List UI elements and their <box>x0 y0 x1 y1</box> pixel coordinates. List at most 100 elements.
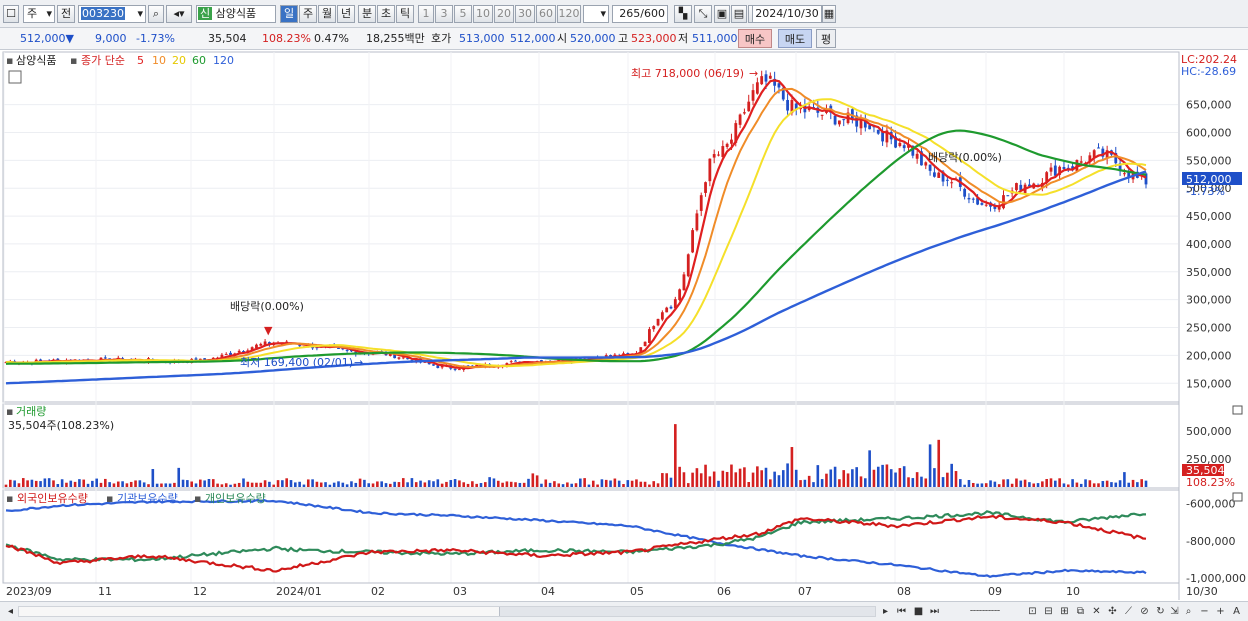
stock-chart[interactable]: 500,000 250,000 -600,000 -800,000 -1,000,00… <box>0 50 1248 621</box>
interval-60[interactable]: 60 <box>536 5 556 23</box>
zoom-slider-icon[interactable]: ┄┄┄┄┄ <box>950 605 1020 618</box>
candle-body <box>1062 166 1066 170</box>
search-icon[interactable]: ⌕ <box>148 5 164 23</box>
close-panel-icon[interactable] <box>1232 405 1243 415</box>
period-second[interactable]: 초 <box>377 5 395 23</box>
volume-bar <box>838 479 841 487</box>
volume-bar <box>708 476 712 487</box>
grid-icon[interactable]: ⊞ <box>1058 605 1071 618</box>
candle-body <box>432 364 435 366</box>
x-tick-label: 2023/09 <box>6 585 52 598</box>
volume-bar <box>350 481 353 487</box>
period-year[interactable]: 년 <box>337 5 355 23</box>
period-day[interactable]: 일 <box>280 5 298 23</box>
layout-icon[interactable]: ⊡ <box>1026 605 1039 618</box>
volume-bar <box>445 481 448 487</box>
volume-bar <box>194 483 198 487</box>
interval-3[interactable]: 3 <box>435 5 453 23</box>
legend-ma60: 60 <box>192 54 206 67</box>
candle-body <box>436 365 440 369</box>
window-menu-icon[interactable]: ☐ <box>3 5 19 23</box>
stop-icon[interactable]: ■ <box>912 605 925 618</box>
cross-icon[interactable]: ✕ <box>1090 605 1103 618</box>
period-minute[interactable]: 분 <box>358 5 376 23</box>
candle-body <box>984 204 988 206</box>
volume-bar <box>1058 478 1061 487</box>
calendar-icon[interactable]: ▦ <box>822 5 836 23</box>
volume-bar <box>1062 483 1066 487</box>
draw-line-icon[interactable]: ⤡ <box>694 5 712 23</box>
export-icon[interactable]: ⇲ <box>1168 605 1181 618</box>
scrollbar-thumb[interactable] <box>499 607 875 616</box>
refresh-icon[interactable]: ↻ <box>1154 605 1167 618</box>
x-tick-label: 06 <box>717 585 731 598</box>
volume-bar <box>842 470 846 487</box>
interval-120[interactable]: 120 <box>557 5 581 23</box>
high-annotation: 최고 718,000 (06/19) <box>631 67 744 80</box>
volume-bar <box>151 469 155 487</box>
interval-5[interactable]: 5 <box>454 5 472 23</box>
measure-icon[interactable]: ⊘ <box>1138 605 1151 618</box>
volume-bar <box>30 479 34 487</box>
prev-button[interactable]: 전 <box>57 5 75 23</box>
close-panel-icon[interactable] <box>1232 492 1243 502</box>
stock-code-input[interactable]: 003230 ▾ <box>78 5 146 23</box>
custom-interval-select[interactable]: ▾ <box>583 5 609 23</box>
scroll-left-icon[interactable]: ◂ <box>4 605 17 618</box>
zoom-out-icon[interactable]: − <box>1198 605 1211 618</box>
zoom-icon[interactable]: ⌕ <box>1182 605 1195 618</box>
y-tick-label: 600,000 <box>1186 126 1232 139</box>
period-week[interactable]: 주 <box>299 5 317 23</box>
period-tick[interactable]: 틱 <box>396 5 414 23</box>
volume-bar <box>397 482 401 487</box>
volume-bar <box>401 478 405 487</box>
sell-button[interactable]: 매도 <box>778 29 812 48</box>
scrollbar-track[interactable] <box>18 606 876 617</box>
candle-body <box>743 112 746 114</box>
date-input[interactable]: 2024/10/30 <box>752 5 822 23</box>
volume-bar <box>1079 483 1083 487</box>
candle-body <box>876 129 880 134</box>
split-icon[interactable]: ⊟ <box>1042 605 1055 618</box>
candle-body <box>695 213 699 231</box>
volume-bar <box>566 482 569 487</box>
font-size-icon[interactable]: A <box>1230 605 1243 618</box>
interval-10[interactable]: 10 <box>473 5 493 23</box>
volume-bar <box>306 479 310 487</box>
volume-bar <box>734 472 738 487</box>
zoom-in-icon[interactable]: + <box>1214 605 1227 618</box>
legend-bullet: ▪ <box>6 492 13 505</box>
interval-30[interactable]: 30 <box>515 5 535 23</box>
hc-value: HC:-28.69 <box>1181 65 1236 78</box>
count-input[interactable]: 265/600 <box>612 5 668 23</box>
cross-line-icon[interactable]: ✣ <box>1106 605 1119 618</box>
last-icon[interactable]: ⏭ <box>928 605 941 618</box>
market-select[interactable]: 주 ▾ <box>23 5 55 23</box>
interval-20[interactable]: 20 <box>494 5 514 23</box>
volume-bar <box>414 482 418 487</box>
scroll-right-icon[interactable]: ▸ <box>879 605 892 618</box>
volume-bar <box>294 482 297 487</box>
table-toggle-icon[interactable] <box>8 70 22 84</box>
period-month[interactable]: 월 <box>318 5 336 23</box>
chart-tools-icon[interactable]: ▚ <box>674 5 692 23</box>
stock-name-field[interactable]: 신 삼양식품 <box>196 5 276 23</box>
volume-bar <box>116 481 120 487</box>
candle-body <box>1097 147 1100 149</box>
volume-bar <box>1006 479 1010 487</box>
y-tick-label: 350,000 <box>1186 266 1232 279</box>
eval-button[interactable]: 평 <box>816 29 836 48</box>
volume-bar <box>1049 478 1053 487</box>
candle-body <box>980 203 984 205</box>
copy-icon[interactable]: ⧉ <box>1074 605 1087 618</box>
volume-bar <box>1041 481 1044 487</box>
volume-bar <box>514 482 517 487</box>
first-icon[interactable]: ⏮ <box>895 605 908 618</box>
save-icon[interactable]: ▣ <box>714 5 730 23</box>
buy-button[interactable]: 매수 <box>738 29 772 48</box>
print-icon[interactable]: ▤ <box>731 5 747 23</box>
interval-1[interactable]: 1 <box>418 5 434 23</box>
speaker-icon[interactable]: ◂▾ <box>166 5 192 23</box>
volume-bar <box>104 478 107 487</box>
trend-icon[interactable]: ⟋ <box>1122 605 1135 618</box>
